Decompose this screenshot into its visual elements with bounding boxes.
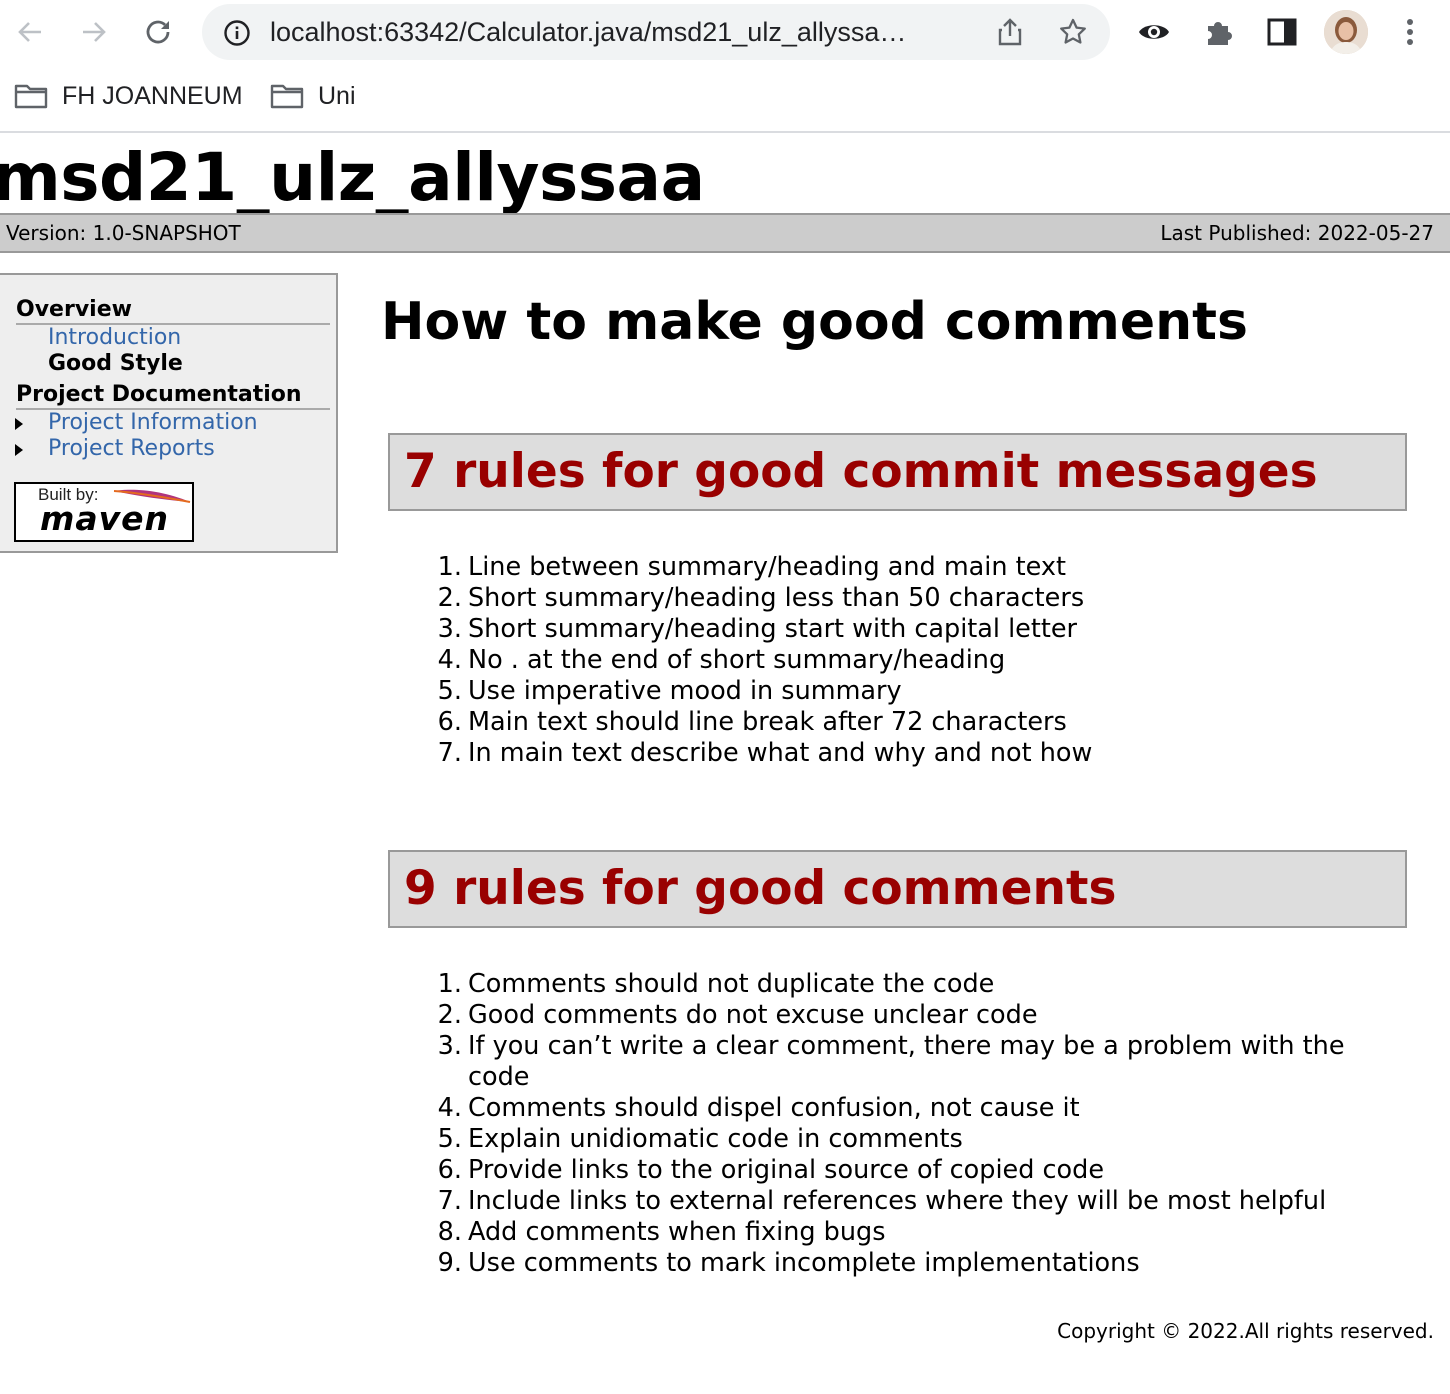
list-item: Explain unidiomatic code in comments xyxy=(432,1124,963,1155)
menu-heading-project-documentation: Project Documentation xyxy=(16,382,330,410)
badge-maven-text: maven xyxy=(40,499,170,538)
list-item: Include links to external references whe… xyxy=(432,1186,1327,1217)
menu-heading-overview: Overview xyxy=(16,297,330,325)
list-item: Good comments do not excuse unclear code xyxy=(432,1000,1038,1031)
project-title: msd21_ulz_allyssaa xyxy=(0,139,705,216)
list-item: If you can’t write a clear comment, ther… xyxy=(432,1031,1345,1092)
forward-arrow-icon[interactable] xyxy=(76,14,112,50)
list-item: Provide links to the original source of … xyxy=(432,1155,1105,1186)
menu-item-project-reports[interactable]: Project Reports xyxy=(48,436,215,462)
built-by-maven-badge[interactable]: Built by: maven xyxy=(14,482,194,542)
section-heading-commit-messages: 7 rules for good commit messages xyxy=(388,433,1407,511)
expand-arrow-icon[interactable] xyxy=(15,418,23,430)
folder-icon xyxy=(270,84,304,109)
bookmark-star-icon[interactable] xyxy=(1057,16,1089,48)
side-panel-icon[interactable] xyxy=(1264,14,1300,50)
breadcrumbs-bar: Version: 1.0-SNAPSHOT Last Published: 20… xyxy=(0,213,1450,253)
bookmark-folder-uni[interactable]: Uni xyxy=(270,70,356,122)
back-arrow-icon[interactable] xyxy=(12,14,48,50)
left-navigation: Overview Introduction Good Style Project… xyxy=(0,273,338,553)
bookmark-label: FH JOANNEUM xyxy=(62,81,243,110)
bookmark-folder-fh-joanneum[interactable]: FH JOANNEUM xyxy=(14,70,243,122)
page-title: How to make good comments xyxy=(381,292,1248,352)
eye-extension-icon[interactable] xyxy=(1136,14,1172,50)
last-published-label: Last Published: 2022-05-27 xyxy=(1160,221,1434,245)
commit-rules-list: Line between summary/heading and main te… xyxy=(432,552,1388,769)
address-bar[interactable]: localhost:63342/Calculator.java/msd21_ul… xyxy=(202,4,1110,60)
list-item: No . at the end of short summary/heading xyxy=(432,645,1006,676)
toolbar-divider xyxy=(0,131,1450,133)
list-item: Short summary/heading start with capital… xyxy=(432,614,1078,645)
list-item: In main text describe what and why and n… xyxy=(432,738,1093,769)
menu-item-introduction[interactable]: Introduction xyxy=(48,325,181,351)
copyright-footer: Copyright © 2022.All rights reserved. xyxy=(1057,1319,1434,1343)
folder-icon xyxy=(14,84,48,109)
section-heading-comments: 9 rules for good comments xyxy=(388,850,1407,928)
share-icon[interactable] xyxy=(994,16,1026,48)
url-text[interactable]: localhost:63342/Calculator.java/msd21_ul… xyxy=(270,4,970,60)
extensions-puzzle-icon[interactable] xyxy=(1200,14,1236,50)
version-label: Version: 1.0-SNAPSHOT xyxy=(6,221,241,245)
comment-rules-list: Comments should not duplicate the code G… xyxy=(432,969,1388,1279)
list-item: Main text should line break after 72 cha… xyxy=(432,707,1067,738)
bookmarks-bar: FH JOANNEUM Uni xyxy=(0,70,1450,122)
menu-item-project-information[interactable]: Project Information xyxy=(48,410,258,436)
list-item: Add comments when fixing bugs xyxy=(432,1217,886,1248)
list-item: Use comments to mark incomplete implemen… xyxy=(432,1248,1140,1279)
site-info-icon[interactable] xyxy=(222,18,252,48)
profile-avatar[interactable] xyxy=(1324,10,1368,54)
browser-toolbar: localhost:63342/Calculator.java/msd21_ul… xyxy=(0,0,1450,66)
list-item: Use imperative mood in summary xyxy=(432,676,902,707)
reload-icon[interactable] xyxy=(140,14,176,50)
list-item: Comments should dispel confusion, not ca… xyxy=(432,1093,1080,1124)
expand-arrow-icon[interactable] xyxy=(15,444,23,456)
browser-menu-icon[interactable] xyxy=(1392,14,1428,50)
list-item: Line between summary/heading and main te… xyxy=(432,552,1066,583)
bookmark-label: Uni xyxy=(318,81,356,110)
list-item: Short summary/heading less than 50 chara… xyxy=(432,583,1085,614)
menu-item-good-style: Good Style xyxy=(48,351,183,376)
list-item: Comments should not duplicate the code xyxy=(432,969,995,1000)
